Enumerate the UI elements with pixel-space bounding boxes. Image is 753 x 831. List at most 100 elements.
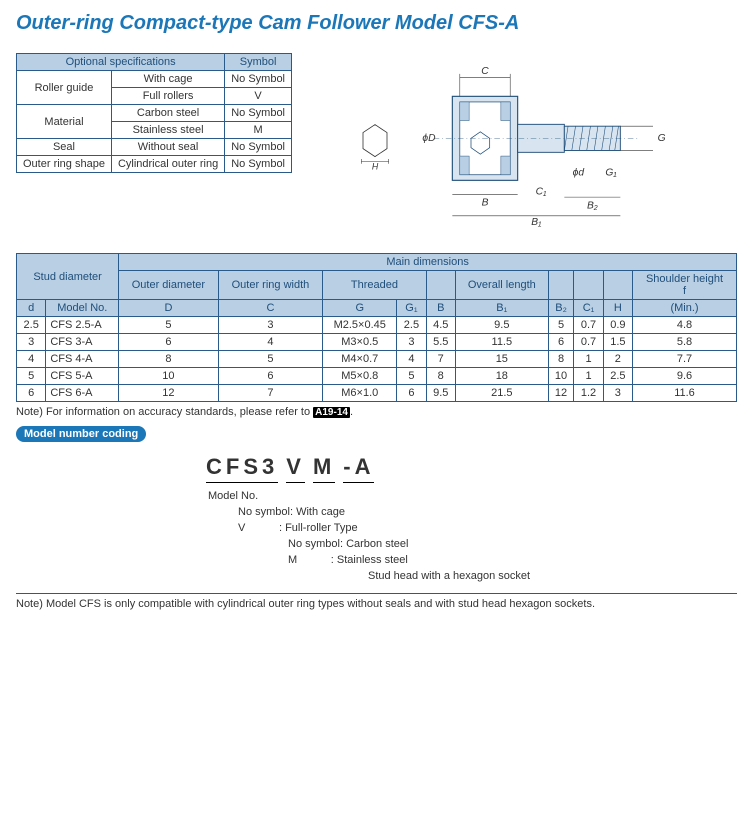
cell: 4.8	[633, 317, 737, 334]
table-row: 5CFS 5-A106M5×0.858181012.59.6	[17, 368, 737, 385]
cell: 6	[548, 334, 574, 351]
label-G1: G₁	[605, 168, 616, 179]
coding-label: No symbol: Carbon steel	[288, 538, 408, 550]
spec-cat: Seal	[17, 139, 112, 156]
cell: 4.5	[426, 317, 455, 334]
cell: 1.2	[574, 385, 603, 402]
label-G: G	[657, 133, 665, 144]
label-d: ϕd	[572, 168, 584, 179]
coding-label: M : Stainless steel	[288, 554, 408, 566]
spec-opt: Without seal	[111, 139, 224, 156]
dim-h: Overall length	[455, 271, 548, 300]
dim-col: B₂	[548, 300, 574, 317]
table-row: 6CFS 6-A127M6×1.069.521.5121.2311.6	[17, 385, 737, 402]
code-part: V	[286, 454, 305, 483]
cell: CFS 4-A	[46, 351, 119, 368]
cell: M4×0.7	[323, 351, 397, 368]
cell: 6	[17, 385, 46, 402]
cell: 10	[119, 368, 218, 385]
cell: 18	[455, 368, 548, 385]
table-row: 2.5CFS 2.5-A53M2.5×0.452.54.59.550.70.94…	[17, 317, 737, 334]
spec-sym: No Symbol	[225, 139, 292, 156]
spec-opt: Carbon steel	[111, 105, 224, 122]
table-row: 4CFS 4-A85M4×0.747158127.7	[17, 351, 737, 368]
dim-h	[548, 271, 574, 300]
dimension-table: Stud diameter Main dimensions Outer diam…	[16, 253, 737, 402]
label-B2: B₂	[586, 200, 597, 211]
spec-opt: Full rollers	[111, 88, 224, 105]
coding-label: Model No.	[208, 490, 258, 502]
cell: 5.5	[426, 334, 455, 351]
dim-col: B₁	[455, 300, 548, 317]
cell: CFS 5-A	[46, 368, 119, 385]
dim-col: C	[218, 300, 323, 317]
label-B1: B₁	[531, 217, 541, 228]
ref-badge: A19-14	[313, 407, 350, 418]
cell: M3×0.5	[323, 334, 397, 351]
cell: 3	[17, 334, 46, 351]
cell: 2	[603, 351, 632, 368]
spec-opt: With cage	[111, 71, 224, 88]
cell: 6	[119, 334, 218, 351]
dim-col: D	[119, 300, 218, 317]
label-D: ϕD	[422, 133, 436, 144]
code-part: CFS3	[206, 454, 278, 483]
cell: 5	[119, 317, 218, 334]
cell: 9.5	[455, 317, 548, 334]
cell: M2.5×0.45	[323, 317, 397, 334]
note-compat: Note) Model CFS is only compatible with …	[16, 598, 737, 610]
cell: 3	[397, 334, 426, 351]
diagram-area: H	[312, 53, 737, 233]
cell: 0.7	[574, 334, 603, 351]
dim-h: Shoulder height f	[633, 271, 737, 300]
cell: 21.5	[455, 385, 548, 402]
cell: 5	[397, 368, 426, 385]
dim-h-stud: Stud diameter	[17, 254, 119, 300]
cell: 8	[548, 351, 574, 368]
hexagon-diagram-icon: H	[355, 108, 395, 178]
cell: 3	[603, 385, 632, 402]
spec-h-symbol: Symbol	[225, 54, 292, 71]
spec-opt: Cylindrical outer ring	[111, 156, 224, 173]
spec-cat: Material	[17, 105, 112, 139]
cell: 2.5	[17, 317, 46, 334]
cell: 1	[574, 351, 603, 368]
spec-sym: M	[225, 122, 292, 139]
cell: CFS 2.5-A	[46, 317, 119, 334]
spec-sym: No Symbol	[225, 71, 292, 88]
coding-diagram: CFS3 V M -A Model No. No symbol: With ca…	[206, 454, 737, 585]
dim-h: Outer ring width	[218, 271, 323, 300]
cell: 8	[426, 368, 455, 385]
dim-h-main: Main dimensions	[119, 254, 737, 271]
spec-cat: Outer ring shape	[17, 156, 112, 173]
cell: 15	[455, 351, 548, 368]
cell: 7.7	[633, 351, 737, 368]
cell: M6×1.0	[323, 385, 397, 402]
dim-h	[574, 271, 603, 300]
cell: 7	[218, 385, 323, 402]
spec-sym: No Symbol	[225, 156, 292, 173]
cell: 5.8	[633, 334, 737, 351]
divider	[16, 593, 737, 594]
dim-col: d	[17, 300, 46, 317]
code-part: -A	[343, 454, 374, 483]
coding-label: V : Full-roller Type	[238, 522, 358, 534]
cell: 12	[548, 385, 574, 402]
coding-label: No symbol: With cage	[238, 506, 345, 518]
table-row: 3CFS 3-A64M3×0.535.511.560.71.55.8	[17, 334, 737, 351]
cell: CFS 6-A	[46, 385, 119, 402]
cell: 12	[119, 385, 218, 402]
spec-opt: Stainless steel	[111, 122, 224, 139]
cell: M5×0.8	[323, 368, 397, 385]
dim-h: Outer diameter	[119, 271, 218, 300]
dim-col: G	[323, 300, 397, 317]
cell: 1	[574, 368, 603, 385]
dim-h	[426, 271, 455, 300]
dim-col: B	[426, 300, 455, 317]
spec-table: Optional specifications Symbol Roller gu…	[16, 53, 292, 173]
cell: 5	[218, 351, 323, 368]
cell: 5	[17, 368, 46, 385]
dim-col: H	[603, 300, 632, 317]
cell: 11.5	[455, 334, 548, 351]
dim-h: Threaded	[323, 271, 426, 300]
